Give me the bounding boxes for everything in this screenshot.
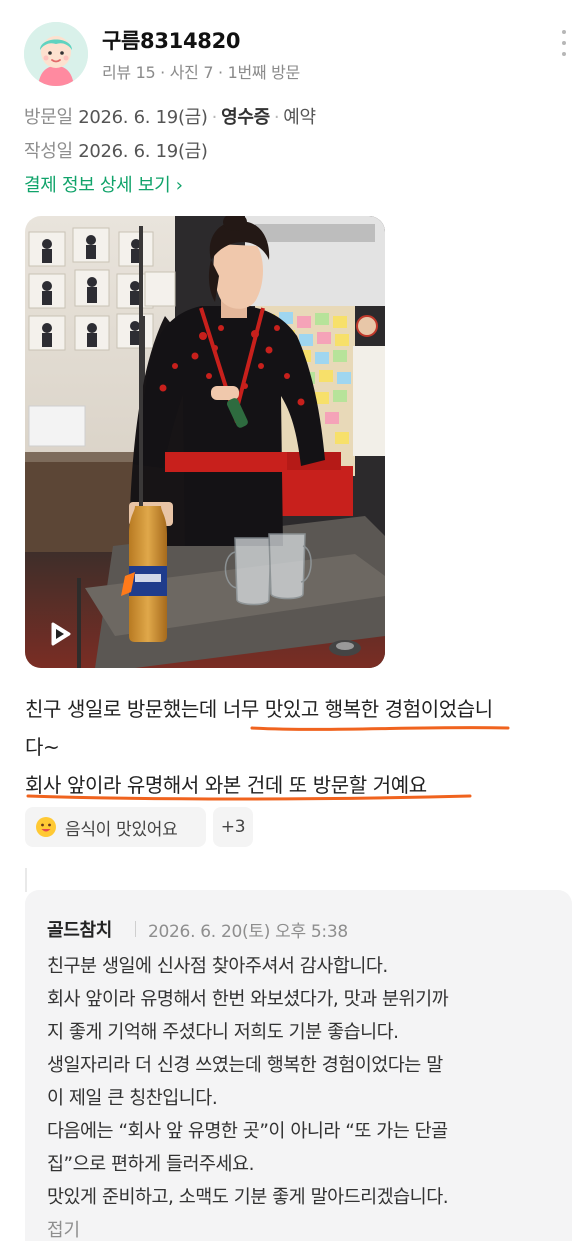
reply-line: 이 제일 큰 칭찬입니다. bbox=[47, 1088, 218, 1109]
visit-date-label: 방문일 bbox=[24, 107, 73, 128]
written-date-row: 작성일 2026. 6. 19(금) bbox=[24, 137, 208, 163]
written-date: 2026. 6. 19(금) bbox=[78, 141, 208, 162]
smiley-icon bbox=[36, 817, 56, 837]
owner-name: 골드참치 bbox=[47, 920, 113, 941]
user-stats: 리뷰 15 · 사진 7 · 1번째 방문 bbox=[102, 63, 300, 82]
more-options-icon[interactable] bbox=[556, 30, 572, 56]
visit-date-row: 방문일 2026. 6. 19(금) · 영수증 · 예약 bbox=[24, 107, 316, 128]
play-icon[interactable] bbox=[47, 621, 73, 647]
reply-line: 회사 앞이라 유명해서 한번 와보셨다가, 맛과 분위기까 bbox=[47, 989, 449, 1010]
reply-line: 집”으로 편하게 들러주세요. bbox=[47, 1154, 254, 1175]
fold-button[interactable]: 접기 bbox=[47, 1216, 80, 1241]
tag-more-button[interactable]: +3 bbox=[213, 807, 253, 847]
reply-line: 생일자리라 더 신경 쓰였는데 행복한 경험이었다는 말 bbox=[47, 1055, 443, 1076]
review-video-thumbnail[interactable] bbox=[25, 216, 385, 668]
user-nickname[interactable]: 구름8314820 bbox=[102, 25, 241, 55]
reply-body: 친구분 생일에 신사점 찾아주셔서 감사합니다. 회사 앞이라 유명해서 한번 … bbox=[47, 950, 557, 1214]
reply-date: 2026. 6. 20(토) 오후 5:38 bbox=[148, 922, 348, 942]
reply-line: 친구분 생일에 신사점 찾아주셔서 감사합니다. bbox=[47, 956, 388, 977]
review-line: 회사 앞이라 유명해서 와본 건데 또 방문할 거예요 bbox=[25, 773, 427, 797]
written-date-label: 작성일 bbox=[24, 141, 73, 162]
reply-line: 맛있게 준비하고, 소맥도 기분 좋게 말아드리겠습니다. bbox=[47, 1187, 449, 1208]
reply-connector bbox=[25, 868, 33, 892]
review-text: 친구 생일로 방문했는데 너무 맛있고 행복한 경험이었습니 다~ 회사 앞이라… bbox=[25, 690, 573, 804]
reply-line: 다음에는 “회사 앞 유명한 곳”이 아니라 “또 가는 단골 bbox=[47, 1121, 448, 1142]
payment-detail-link[interactable]: 결제 정보 상세 보기 › bbox=[24, 171, 183, 197]
review-line: 다~ bbox=[25, 735, 60, 759]
tag-food-label: 음식이 맛있어요 bbox=[65, 819, 178, 840]
reply-line: 지 좋게 기억해 주셨다니 저희도 기분 좋습니다. bbox=[47, 1022, 399, 1043]
review-line: 친구 생일로 방문했는데 너무 맛있고 행복한 경험이었습니 bbox=[25, 697, 493, 721]
receipt-badge: 영수증 bbox=[221, 107, 270, 128]
reservation-badge: 예약 bbox=[283, 107, 316, 128]
visit-date: 2026. 6. 19(금) bbox=[78, 107, 208, 128]
user-avatar[interactable] bbox=[24, 22, 88, 86]
owner-reply: 골드참치 2026. 6. 20(토) 오후 5:38 친구분 생일에 신사점 … bbox=[25, 890, 572, 1241]
tag-food-tasty[interactable]: 음식이 맛있어요 bbox=[25, 807, 206, 847]
review-header: 구름8314820 리뷰 15 · 사진 7 · 1번째 방문 bbox=[24, 22, 572, 86]
